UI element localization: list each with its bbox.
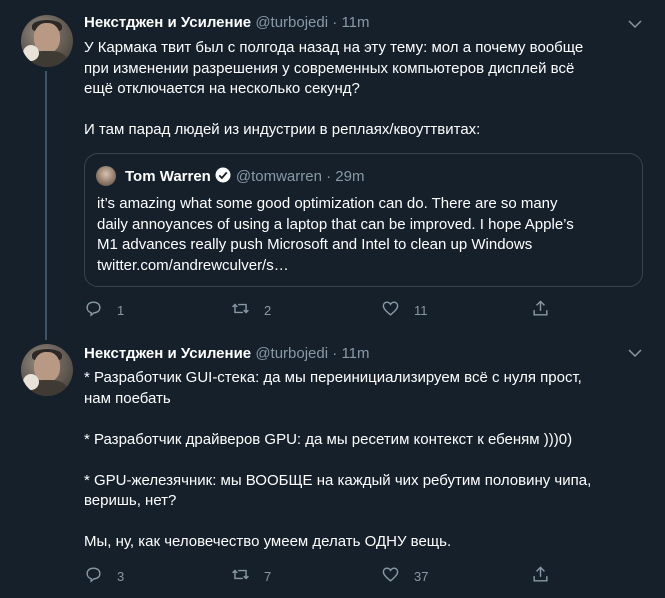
tweet-timestamp[interactable]: 11m [341, 14, 369, 31]
share-icon [531, 565, 550, 587]
quoted-author-name: Tom Warren [125, 168, 211, 185]
retweet-icon [231, 299, 250, 321]
verified-badge-icon [214, 166, 232, 184]
thread-connector-line [45, 71, 47, 340]
quoted-author-handle: @tomwarren [235, 168, 322, 185]
author-name[interactable]: Некстджен и Усиление [84, 345, 251, 362]
reply-icon [84, 299, 103, 321]
quoted-author-avatar [96, 166, 116, 186]
retweet-count: 7 [264, 568, 272, 584]
retweet-count: 2 [264, 302, 272, 318]
reply-count: 3 [117, 568, 125, 584]
separator-dot: · [332, 345, 338, 362]
tweet-actions: 3 7 37 [84, 564, 564, 588]
tweet[interactable]: Некстджен и Усиление @turbojedi · 11m У … [0, 0, 665, 340]
tweet[interactable]: Некстджен и Усиление @turbojedi · 11m * … [0, 332, 665, 598]
quoted-tweet-timestamp: 29m [335, 168, 365, 185]
share-icon [531, 299, 550, 321]
retweet-button[interactable]: 7 [231, 564, 271, 588]
chevron-down-icon[interactable] [626, 15, 644, 33]
author-avatar[interactable] [21, 15, 73, 67]
author-avatar[interactable] [21, 344, 73, 396]
author-handle[interactable]: @turbojedi [255, 345, 328, 362]
chevron-down-icon[interactable] [626, 344, 644, 362]
reply-icon [84, 565, 103, 587]
quoted-tweet[interactable]: Tom Warren @tomwarren · 29m it’s amazing … [84, 153, 643, 287]
tweet-text: * Разработчик GUI-стека: да мы переиници… [84, 369, 592, 550]
reply-button[interactable]: 3 [84, 564, 124, 588]
share-button[interactable] [531, 564, 550, 588]
like-button[interactable]: 11 [381, 298, 428, 322]
reply-count: 1 [117, 302, 125, 318]
tweet-actions: 1 2 11 [84, 298, 564, 322]
tweet-header: Некстджен и Усиление @turbojedi · 11m [84, 344, 370, 364]
like-icon [381, 299, 400, 321]
like-count: 37 [414, 568, 429, 584]
quoted-tweet-text: it’s amazing what some good optimization… [97, 195, 574, 274]
quoted-tweet-header: Tom Warren @tomwarren · 29m [125, 166, 364, 187]
like-icon [381, 565, 400, 587]
tweet-text: У Кармака твит был с полгода назад на эт… [84, 39, 584, 138]
retweet-button[interactable]: 2 [231, 298, 271, 322]
share-button[interactable] [531, 298, 550, 322]
separator-dot: · [326, 168, 332, 185]
retweet-icon [231, 565, 250, 587]
separator-dot: · [332, 14, 338, 31]
tweet-timestamp[interactable]: 11m [341, 345, 369, 362]
reply-button[interactable]: 1 [84, 298, 124, 322]
like-button[interactable]: 37 [381, 564, 428, 588]
like-count: 11 [414, 302, 428, 318]
author-handle[interactable]: @turbojedi [255, 14, 328, 31]
author-name[interactable]: Некстджен и Усиление [84, 14, 251, 31]
tweet-header: Некстджен и Усиление @turbojedi · 11m [84, 13, 370, 33]
